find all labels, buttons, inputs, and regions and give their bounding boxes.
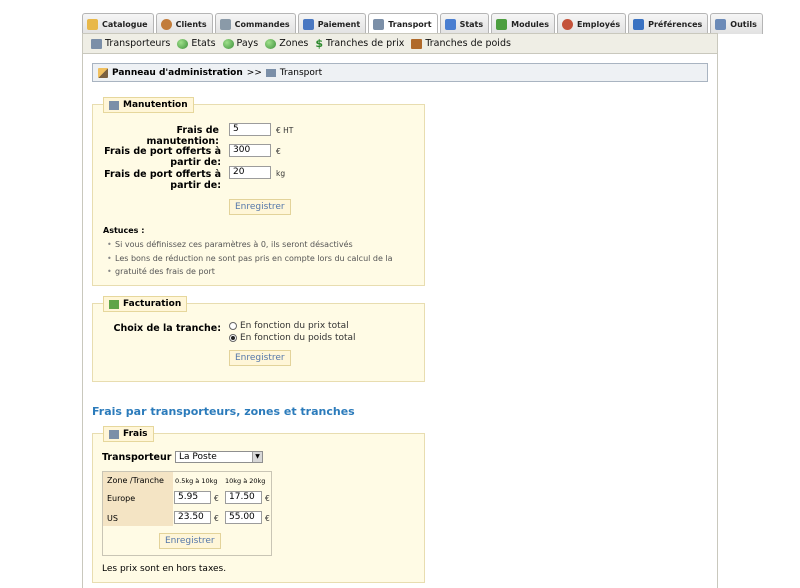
pencil-icon <box>98 67 108 78</box>
puzzle-icon <box>496 18 508 30</box>
weight-box-icon <box>411 38 423 49</box>
payment-icon <box>302 18 314 30</box>
tip-1: Si vous définissez ces paramètres à 0, i… <box>107 238 353 251</box>
free-weight-input[interactable]: 20 <box>229 166 271 179</box>
globe-icon <box>222 38 234 49</box>
handling-save-button[interactable]: Enregistrer <box>229 199 291 215</box>
breadcrumb-separator: >> <box>246 67 262 78</box>
fees-table: Zone /Tranche 0.5kg à 10kg 10kg à 20kg E… <box>102 471 272 556</box>
fees-save-button[interactable]: Enregistrer <box>159 533 221 549</box>
handling-fee-label: Frais de manutention: <box>146 125 219 147</box>
tools-icon <box>715 18 727 30</box>
globe-icon <box>177 38 189 49</box>
sub-tabs: Transporteurs Etats Pays Zones $ Tranches… <box>82 33 718 54</box>
dropdown-arrow-icon[interactable]: ▼ <box>252 452 262 462</box>
tab-stats[interactable]: Stats <box>439 13 490 34</box>
currency-label: € <box>265 494 270 503</box>
carrier-select[interactable]: La Poste ▼ <box>175 451 263 463</box>
money-icon <box>109 299 119 309</box>
preferences-icon <box>633 18 645 30</box>
truck-icon <box>109 429 119 439</box>
free-price-unit: € <box>276 147 281 156</box>
free-price-input[interactable]: 300 <box>229 144 271 157</box>
tab-employes[interactable]: Employés <box>556 13 627 34</box>
dollar-icon: $ <box>315 37 324 50</box>
fees-col-range1: 0.5kg à 10kg <box>175 477 218 485</box>
billing-save-button[interactable]: Enregistrer <box>229 350 291 366</box>
billing-legend: Facturation <box>103 296 188 312</box>
subtab-transporteurs[interactable]: Transporteurs <box>91 38 170 49</box>
handling-fee-input[interactable]: 5 <box>229 123 271 136</box>
chart-icon <box>444 18 456 30</box>
fees-col-zone: Zone /Tranche <box>107 476 164 485</box>
fees-input-us-range1[interactable]: 23.50 <box>174 511 211 524</box>
tab-commandes[interactable]: Commandes <box>214 13 296 34</box>
handling-fieldset: Manutention Frais de manutention: 5 € HT… <box>92 97 425 286</box>
fees-section-title: Frais par transporteurs, zones et tranch… <box>92 405 355 418</box>
main-content: Panneau d'administration >> Transport Ma… <box>82 54 718 588</box>
truck-icon <box>91 38 102 49</box>
radio-checked-icon <box>229 334 237 342</box>
free-price-label-line2: partir de: <box>170 157 221 168</box>
free-weight-unit: kg <box>276 169 286 178</box>
fees-input-europe-range1[interactable]: 5.95 <box>174 491 211 504</box>
carrier-label: Transporteur : <box>102 452 179 463</box>
billing-choice-label: Choix de la tranche: <box>113 323 221 334</box>
handling-legend: Manutention <box>103 97 194 113</box>
free-weight-label-line2: partir de: <box>170 180 221 191</box>
tab-transport[interactable]: Transport <box>368 13 438 35</box>
user-icon <box>160 18 172 30</box>
radio-unchecked-icon <box>229 322 237 330</box>
tab-paiement[interactable]: Paiement <box>297 13 367 34</box>
fees-row-zone: Europe <box>107 494 136 503</box>
currency-label: € <box>265 514 270 523</box>
subtab-zones[interactable]: Zones <box>265 38 308 49</box>
tab-preferences[interactable]: Préférences <box>628 13 709 34</box>
truck-icon <box>373 19 385 30</box>
fees-input-europe-range2[interactable]: 17.50 <box>225 491 262 504</box>
tab-clients[interactable]: Clients <box>155 13 213 34</box>
employee-icon <box>561 18 573 30</box>
subtab-etats[interactable]: Etats <box>177 38 216 49</box>
fees-legend: Frais <box>103 426 154 442</box>
prices-note: Les prix sont en hors taxes. <box>102 564 227 574</box>
main-tabs: Catalogue Clients Commandes Paiement Tra… <box>82 13 763 35</box>
globe-icon <box>265 38 277 49</box>
tab-outils[interactable]: Outils <box>710 13 763 34</box>
tab-modules[interactable]: Modules <box>491 13 555 34</box>
list-icon <box>219 18 231 30</box>
currency-label: € <box>214 494 219 503</box>
billing-option-price[interactable]: En fonction du prix total <box>229 321 349 331</box>
handling-fee-unit: € HT <box>276 126 294 135</box>
breadcrumb-current: Transport <box>279 67 323 78</box>
truck-icon <box>109 100 119 110</box>
fees-col-range2: 10kg à 20kg <box>225 477 266 485</box>
billing-fieldset: Facturation Choix de la tranche: En fonc… <box>92 296 425 382</box>
tip-2-line2: gratuité des frais de port <box>107 265 215 278</box>
subtab-pays[interactable]: Pays <box>222 38 258 49</box>
tab-catalogue[interactable]: Catalogue <box>82 13 154 34</box>
fees-input-us-range2[interactable]: 55.00 <box>225 511 262 524</box>
fees-row-zone: US <box>107 514 118 523</box>
subtab-tranches-prix[interactable]: $ Tranches de prix <box>315 37 404 50</box>
folder-icon <box>87 18 98 30</box>
billing-option-weight[interactable]: En fonction du poids total <box>229 333 356 343</box>
subtab-tranches-poids[interactable]: Tranches de poids <box>411 38 511 49</box>
tips-title: Astuces : <box>103 226 145 235</box>
tip-2-line1: Les bons de réduction ne sont pas pris e… <box>107 252 393 265</box>
truck-icon <box>265 68 276 77</box>
fees-fieldset: Frais Transporteur : La Poste ▼ Zone /Tr… <box>92 426 425 583</box>
breadcrumb: Panneau d'administration >> Transport <box>92 63 708 82</box>
free-weight-label-line1: Frais de port offerts à <box>104 169 221 180</box>
free-price-label-line1: Frais de port offerts à <box>104 146 221 157</box>
breadcrumb-root[interactable]: Panneau d'administration <box>112 68 243 78</box>
currency-label: € <box>214 514 219 523</box>
